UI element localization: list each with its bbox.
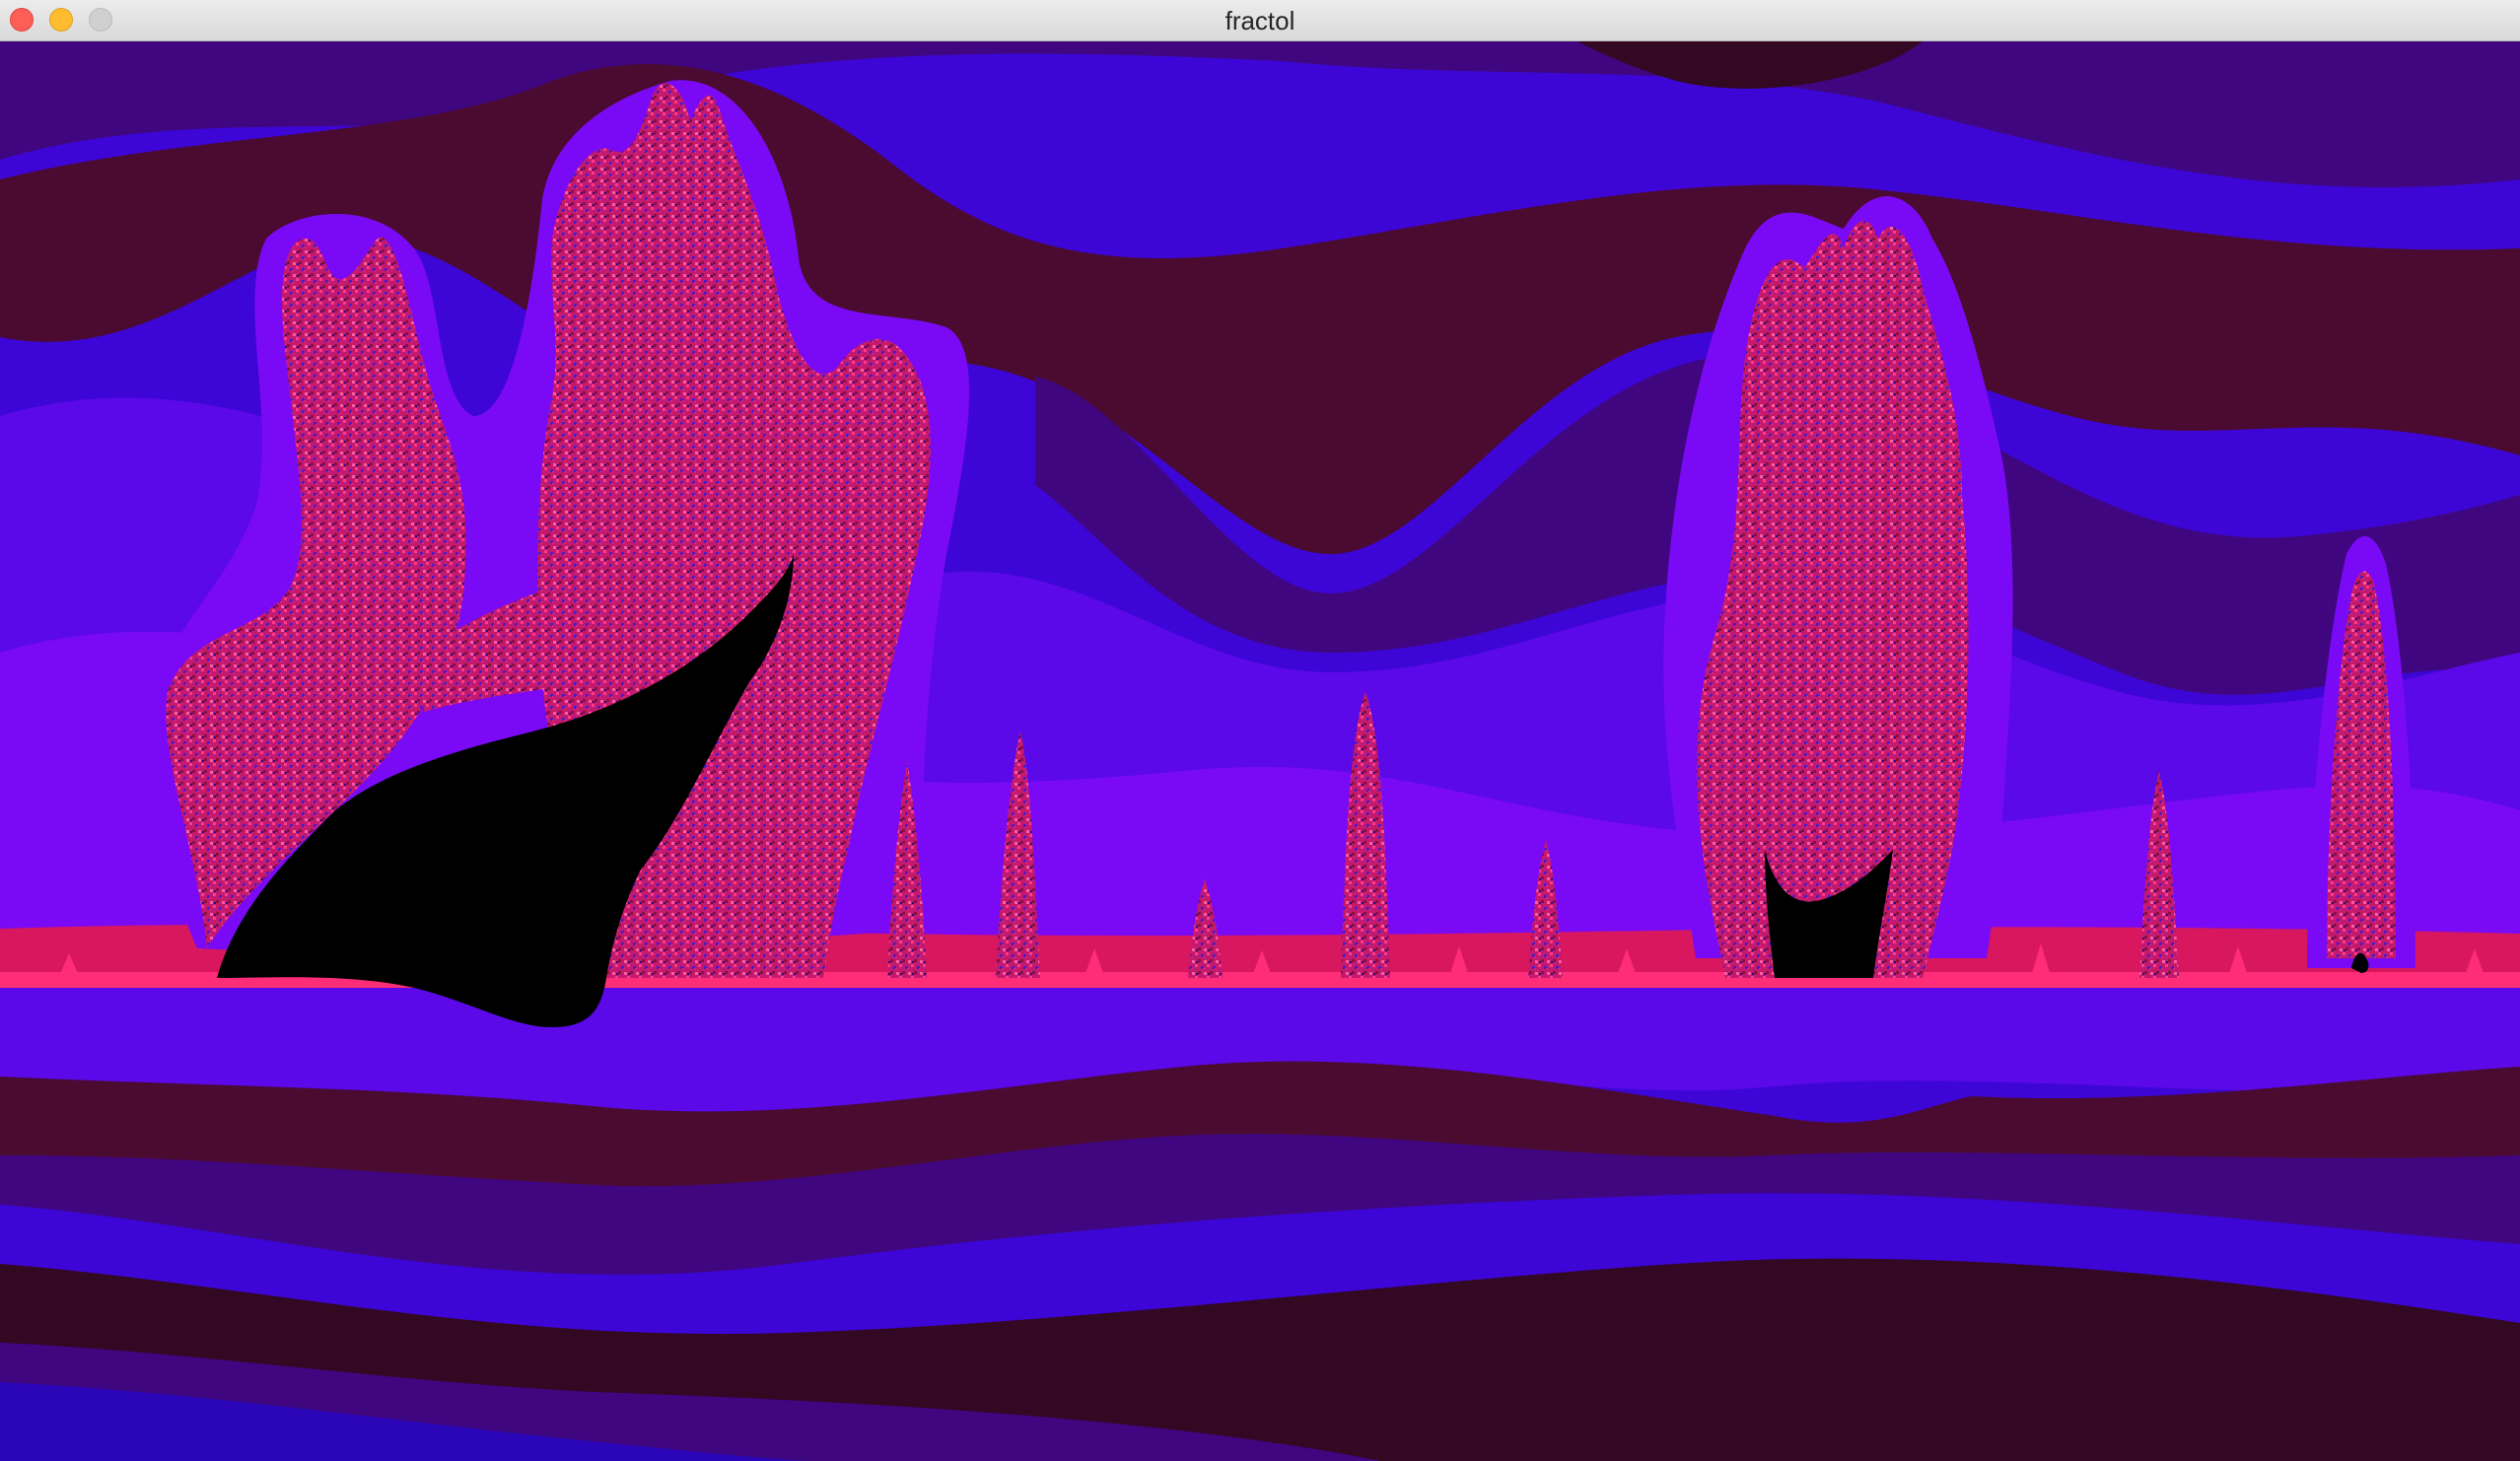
window-title: fractol: [1225, 6, 1295, 35]
fractol-window: fractol: [0, 0, 2520, 1461]
fractal-canvas[interactable]: [0, 41, 2520, 1461]
fractal-image: [0, 41, 2520, 1461]
title-bar[interactable]: fractol: [0, 0, 2520, 41]
